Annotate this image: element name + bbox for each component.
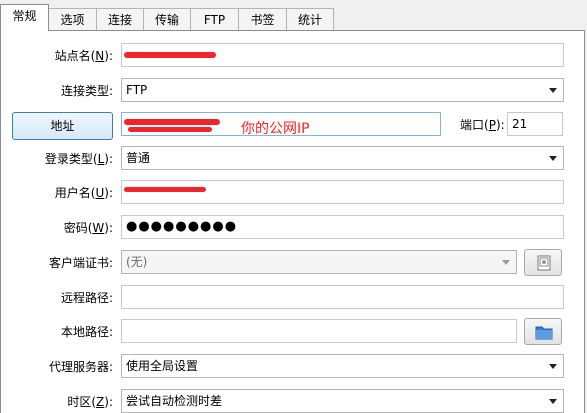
proxy-label: 代理服务器: xyxy=(48,360,113,374)
connection-type-select[interactable]: FTP xyxy=(121,78,564,102)
username-label: 用户名(U): xyxy=(54,186,113,200)
tab-bookmarks[interactable]: 书签 xyxy=(238,8,287,30)
password-input[interactable]: ●●●●●●●●● xyxy=(121,215,564,239)
remote-path-label: 远程路径: xyxy=(60,291,113,305)
labels-column: 站点名(N): 连接类型: 登录类型(L): 用户名(U): 密码(W): 客户… xyxy=(0,0,113,413)
timezone-label: 时区(Z): xyxy=(67,395,113,409)
certificate-icon xyxy=(537,255,551,271)
redaction-mark xyxy=(124,52,216,58)
chevron-down-icon xyxy=(549,364,557,369)
chevron-down-icon xyxy=(502,260,510,265)
tab-transfer[interactable]: 传输 xyxy=(143,8,191,30)
redaction-mark xyxy=(128,127,212,132)
site-name-label: 站点名(N): xyxy=(54,49,113,63)
connection-type-label: 连接类型: xyxy=(60,84,113,98)
password-label: 密码(W): xyxy=(63,221,113,235)
local-path-label: 本地路径: xyxy=(60,325,113,339)
proxy-select[interactable]: 使用全局设置 xyxy=(121,354,564,378)
username-input[interactable] xyxy=(121,180,564,204)
port-input[interactable]: 21 xyxy=(507,112,563,136)
chevron-down-icon xyxy=(549,399,557,404)
client-cert-label: 客户端证书: xyxy=(48,256,113,270)
login-type-select[interactable]: 普通 xyxy=(121,146,564,170)
chevron-down-icon xyxy=(549,88,557,93)
login-type-label: 登录类型(L): xyxy=(44,152,113,166)
redaction-mark xyxy=(124,119,220,125)
port-label: 端口(P): xyxy=(460,118,505,132)
tab-statistics[interactable]: 统计 xyxy=(286,8,334,30)
client-cert-select[interactable]: (无) xyxy=(121,250,517,274)
folder-icon xyxy=(535,326,553,340)
chevron-down-icon xyxy=(549,156,557,161)
proxy-value: 使用全局设置 xyxy=(126,359,199,373)
public-ip-annotation: 你的公网IP xyxy=(241,121,310,137)
address-button[interactable]: 地址 xyxy=(12,112,113,140)
tab-ftp[interactable]: FTP xyxy=(190,8,239,30)
remote-path-input[interactable] xyxy=(121,285,564,309)
connection-type-value: FTP xyxy=(126,83,148,97)
timezone-value: 尝试自动检测时差 xyxy=(126,394,223,408)
certificate-browse-button[interactable] xyxy=(524,249,562,276)
tab-general[interactable]: 常规 xyxy=(0,4,49,31)
redaction-mark xyxy=(124,187,206,192)
timezone-select[interactable]: 尝试自动检测时差 xyxy=(121,389,564,413)
local-path-input[interactable] xyxy=(121,319,517,343)
client-cert-value: (无) xyxy=(126,255,148,269)
login-type-value: 普通 xyxy=(126,151,151,165)
local-path-browse-button[interactable] xyxy=(524,318,562,345)
